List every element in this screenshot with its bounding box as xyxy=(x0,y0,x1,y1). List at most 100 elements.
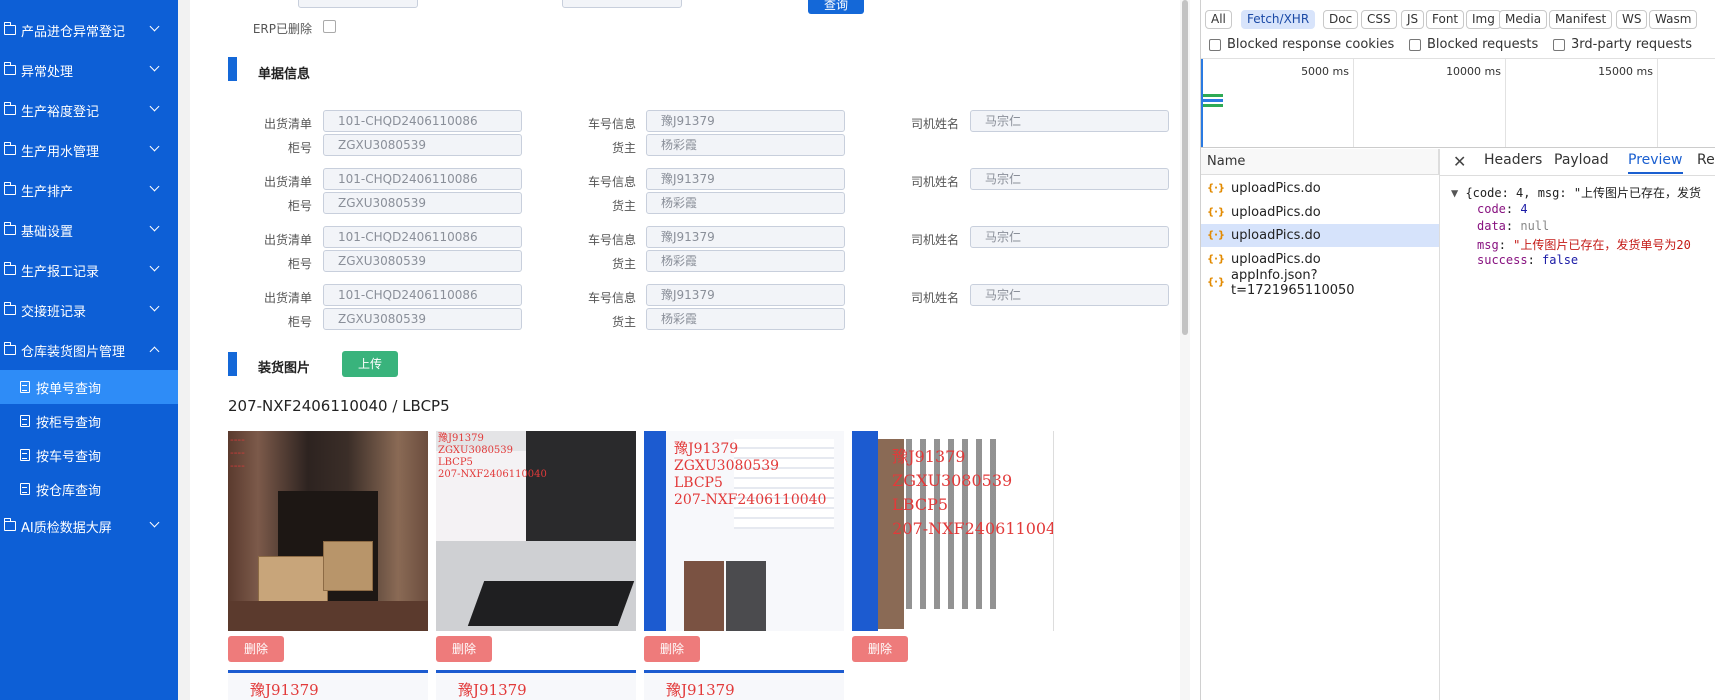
tab-re[interactable]: Re xyxy=(1697,152,1715,168)
filter-js[interactable]: JS xyxy=(1401,10,1425,29)
submenu-item-3[interactable]: 按仓库查询 xyxy=(0,472,178,506)
filter-css[interactable]: CSS xyxy=(1361,10,1397,29)
main-scrollbar-thumb[interactable] xyxy=(1182,0,1188,335)
timeline-tick: 5000 ms xyxy=(1301,65,1349,78)
menu-item-3[interactable]: 生产用水管理 xyxy=(0,130,178,170)
container-no-field[interactable]: ZGXU3080539 xyxy=(323,308,522,330)
container-no-field[interactable]: ZGXU3080539 xyxy=(323,250,522,272)
checkbox-box[interactable] xyxy=(1553,38,1565,51)
owner-field[interactable]: 杨彩霞 xyxy=(646,250,845,272)
delete-photo-2-button[interactable]: 删除 xyxy=(436,636,492,662)
expand-triangle-icon[interactable]: ▼ xyxy=(1451,186,1465,200)
menu-item-0[interactable]: 产品进仓异常登记 xyxy=(0,10,178,50)
container-no-field[interactable]: ZGXU3080539 xyxy=(323,134,522,156)
delete-photo-3-button[interactable]: 删除 xyxy=(644,636,700,662)
json-colon: : xyxy=(1498,238,1514,252)
loading-photo-6[interactable]: 豫J91379 xyxy=(436,670,636,700)
driver-name-field[interactable]: 马宗仁 xyxy=(970,226,1169,248)
loading-photo-4[interactable]: 豫J91379 ZGXU3080539 LBCP5 207-NXF2406110… xyxy=(852,431,1054,631)
shipper-field-partial[interactable] xyxy=(298,0,418,8)
menu-item-label: 产品进仓异常登记 xyxy=(21,24,126,40)
query-button[interactable]: 查询 xyxy=(808,0,864,14)
outbound-list-field[interactable]: 101-CHQD2406110086 xyxy=(323,284,522,306)
filter-doc[interactable]: Doc xyxy=(1323,10,1359,29)
outbound-filter-field-partial[interactable] xyxy=(562,0,682,8)
driver-name-field[interactable]: 马宗仁 xyxy=(970,284,1169,306)
upload-button[interactable]: 上传 xyxy=(342,351,398,377)
devtools-checkbox-2[interactable]: 3rd-party requests xyxy=(1553,37,1692,52)
driver-name-field[interactable]: 马宗仁 xyxy=(970,168,1169,190)
outbound-list-field[interactable]: 101-CHQD2406110086 xyxy=(323,226,522,248)
filter-fetch-xhr[interactable]: Fetch/XHR xyxy=(1241,10,1316,29)
xhr-icon: {·} xyxy=(1207,277,1226,288)
photo-5-watermark: 豫J91379 xyxy=(250,681,319,699)
request-list-header: Name xyxy=(1201,149,1439,175)
vehicle-info-field[interactable]: 豫J91379 xyxy=(646,226,845,248)
menu-item-7[interactable]: 交接班记录 xyxy=(0,290,178,330)
filter-wasm[interactable]: Wasm xyxy=(1649,10,1698,29)
json-property[interactable]: code: 4 xyxy=(1477,202,1528,216)
outbound-list-field[interactable]: 101-CHQD2406110086 xyxy=(323,110,522,132)
loading-photo-5[interactable]: 豫J91379 xyxy=(228,670,428,700)
devtools-checkbox-1[interactable]: Blocked requests xyxy=(1409,37,1538,52)
filter-media[interactable]: Media xyxy=(1499,10,1548,29)
chevron-down-icon xyxy=(149,181,160,192)
folder-icon xyxy=(4,142,16,155)
delete-photo-1-button[interactable]: 删除 xyxy=(228,636,284,662)
menu-item-5[interactable]: 基础设置 xyxy=(0,210,178,250)
vehicle-info-field[interactable]: 豫J91379 xyxy=(646,110,845,132)
checkbox-box[interactable] xyxy=(1409,38,1421,51)
request-row[interactable]: {·} uploadPics.do xyxy=(1201,224,1439,247)
filter-all[interactable]: All xyxy=(1205,10,1232,29)
menu-item-6[interactable]: 生产报工记录 xyxy=(0,250,178,290)
filter-font[interactable]: Font xyxy=(1426,10,1465,29)
preview-summary[interactable]: ▼ {code: 4, msg: "上传图片已存在，发货 xyxy=(1451,184,1701,201)
delete-photo-4-button[interactable]: 删除 xyxy=(852,636,908,662)
tab-payload[interactable]: Payload xyxy=(1554,152,1609,168)
json-property[interactable]: data: null xyxy=(1477,219,1549,233)
checkbox-box[interactable] xyxy=(1209,38,1221,51)
owner-field[interactable]: 杨彩霞 xyxy=(646,308,845,330)
owner-field[interactable]: 杨彩霞 xyxy=(646,134,845,156)
submenu-item-0[interactable]: 按单号查询 xyxy=(0,370,178,404)
loading-photo-3[interactable]: 豫J91379 ZGXU3080539 LBCP5 207-NXF2406110… xyxy=(644,431,844,631)
loading-photo-2[interactable]: 豫J91379 ZGXU3080539 LBCP5 207-NXF2406110… xyxy=(436,431,636,631)
xhr-icon: {·} xyxy=(1207,206,1226,218)
filter-manifest[interactable]: Manifest xyxy=(1549,10,1613,29)
request-row[interactable]: {·} appInfo.json?t=1721965110050 xyxy=(1201,268,1439,298)
close-icon[interactable]: ✕ xyxy=(1453,152,1466,171)
filter-ws[interactable]: WS xyxy=(1616,10,1648,29)
container-no-field[interactable]: ZGXU3080539 xyxy=(323,192,522,214)
document-icon xyxy=(20,415,30,427)
owner-label: 货主 xyxy=(611,257,636,271)
request-row[interactable]: {·} uploadPics.do xyxy=(1201,177,1439,200)
loading-photo-7[interactable]: 豫J91379 xyxy=(644,670,844,700)
json-property[interactable]: success: false xyxy=(1477,253,1578,267)
container-no-label: 柜号 xyxy=(287,141,312,155)
owner-field[interactable]: 杨彩霞 xyxy=(646,192,845,214)
outbound-list-field[interactable]: 101-CHQD2406110086 xyxy=(323,168,522,190)
vehicle-info-field[interactable]: 豫J91379 xyxy=(646,168,845,190)
timeline-overview[interactable]: 5000 ms 10000 ms 15000 ms xyxy=(1201,58,1715,148)
tab-preview[interactable]: Preview xyxy=(1628,152,1683,174)
json-property[interactable]: msg: "上传图片已存在，发货单号为20 xyxy=(1477,236,1691,253)
devtools-checkbox-0[interactable]: Blocked response cookies xyxy=(1209,37,1394,52)
driver-name-field[interactable]: 马宗仁 xyxy=(970,110,1169,132)
devtools-network-panel: All Fetch/XHR Doc CSS JS Font Img Media Manifest… xyxy=(1200,0,1715,700)
loading-photo-1[interactable]: ---- ---- ---- xyxy=(228,431,428,631)
tab-headers[interactable]: Headers xyxy=(1484,152,1542,168)
menu-item-ai-dashboard[interactable]: AI质检数据大屏 xyxy=(0,506,178,546)
request-row[interactable]: {·} uploadPics.do xyxy=(1201,201,1439,224)
vehicle-info-field[interactable]: 豫J91379 xyxy=(646,284,845,306)
menu-item-4[interactable]: 生产排产 xyxy=(0,170,178,210)
folder-icon xyxy=(4,342,16,355)
submenu-item-2[interactable]: 按车号查询 xyxy=(0,438,178,472)
erp-deleted-checkbox[interactable] xyxy=(323,20,336,33)
menu-item-8[interactable]: 仓库装货图片管理 xyxy=(0,330,178,370)
driver-name-label: 司机姓名 xyxy=(910,175,959,189)
submenu-item-1[interactable]: 按柜号查询 xyxy=(0,404,178,438)
menu-item-2[interactable]: 生产裕度登记 xyxy=(0,90,178,130)
filter-img[interactable]: Img xyxy=(1466,10,1501,29)
container-no-label: 柜号 xyxy=(287,315,312,329)
menu-item-1[interactable]: 异常处理 xyxy=(0,50,178,90)
